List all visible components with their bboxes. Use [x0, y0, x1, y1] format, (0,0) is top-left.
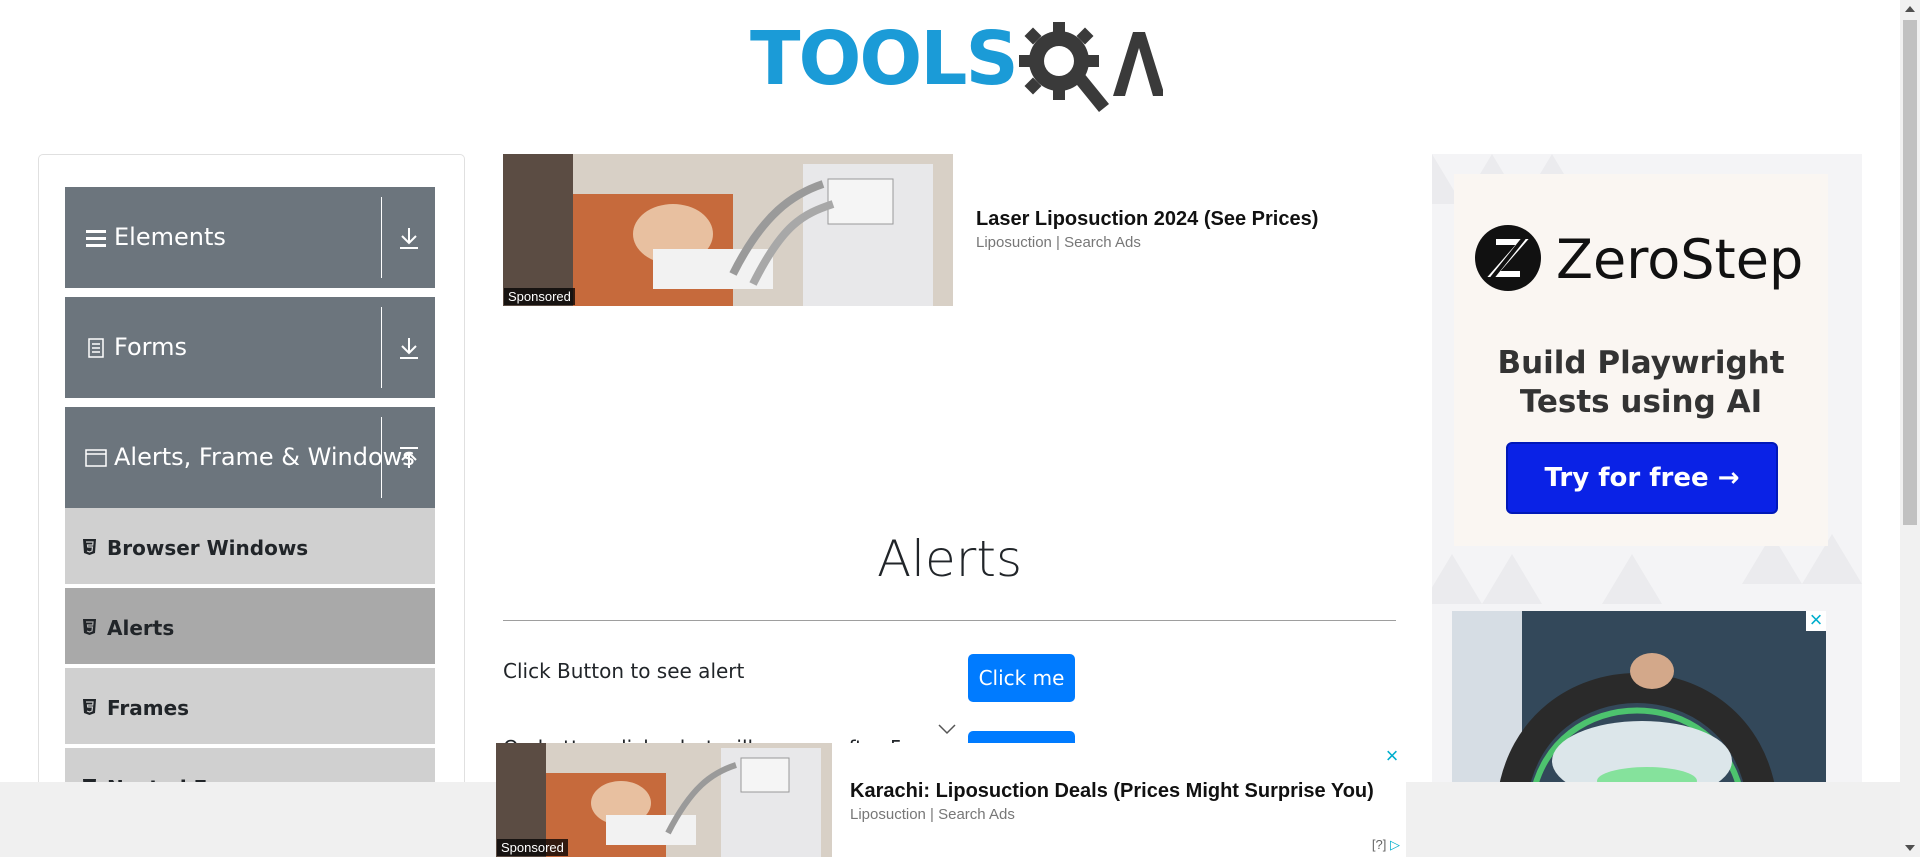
sidebar-group-forms[interactable]: Forms	[65, 297, 435, 398]
toolsqa-logo[interactable]: TOOLS	[750, 16, 1163, 114]
upload-arrow-icon	[400, 447, 418, 468]
sidebar-group-label: Elements	[114, 223, 226, 251]
scroll-up-icon[interactable]	[1905, 6, 1915, 12]
ad-image: Sponsored	[503, 154, 953, 306]
adchoices-icon[interactable]: [?] ▷	[1372, 837, 1400, 853]
zerostep-headline: Build Playwright Tests using AI	[1454, 344, 1828, 422]
sidebar-item-browser-windows[interactable]: Browser Windows	[65, 508, 435, 586]
hamburger-icon	[86, 230, 106, 247]
ad-title[interactable]: Karachi: Liposuction Deals (Prices Might…	[850, 780, 1374, 803]
scrollbar-thumb[interactable]	[1903, 20, 1917, 525]
close-icon[interactable]: ×	[1382, 745, 1402, 767]
divider	[381, 197, 382, 278]
sidebar-item-label: Browser Windows	[107, 536, 309, 560]
zerostep-card: ZeroStep Build Playwright Tests using AI…	[1454, 174, 1828, 546]
image-ad-right[interactable]: ×	[1452, 611, 1826, 799]
chevron-down-icon[interactable]	[936, 722, 958, 736]
sponsored-ad-top[interactable]: Sponsored Laser Liposuction 2024 (See Pr…	[503, 154, 1353, 306]
scroll-down-icon[interactable]	[1905, 845, 1915, 851]
zerostep-logo-icon	[1475, 225, 1541, 291]
page: TOOLS Elements Forms Alerts, Frame & Win…	[0, 0, 1920, 857]
divider	[381, 417, 382, 498]
logo-text: TOOLS	[750, 16, 1019, 102]
sponsored-ad-bottom[interactable]: Sponsored Karachi: Liposuction Deals (Pr…	[496, 743, 1406, 857]
page-title: Alerts	[876, 530, 1023, 588]
alert-row-label: Click Button to see alert	[503, 659, 745, 683]
html5-icon	[83, 699, 96, 715]
headline-line-1: Build Playwright	[1497, 345, 1785, 381]
try-for-free-button[interactable]: Try for free →	[1506, 442, 1778, 514]
html5-icon	[83, 539, 96, 555]
page-scrollbar[interactable]	[1900, 0, 1920, 857]
window-icon	[85, 449, 107, 467]
headline-line-2: Tests using AI	[1519, 384, 1763, 420]
ad-subtitle: Liposuction | Search Ads	[850, 806, 1015, 823]
document-icon	[88, 338, 104, 358]
play-triangle-icon: ▷	[1390, 837, 1400, 852]
sidebar: Elements Forms Alerts, Frame & Windows B…	[38, 154, 465, 826]
ad-subtitle: Liposuction | Search Ads	[976, 234, 1141, 251]
sidebar-group-label: Forms	[114, 333, 187, 361]
sidebar-group-alerts-frame-windows[interactable]: Alerts, Frame & Windows	[65, 407, 435, 508]
download-arrow-icon	[400, 228, 418, 249]
zerostep-brand: ZeroStep	[1556, 228, 1804, 291]
ad-image: Sponsored	[496, 743, 832, 857]
close-icon[interactable]: ×	[1806, 611, 1826, 631]
sidebar-item-alerts[interactable]: Alerts	[65, 588, 435, 666]
ad-photo-illustration	[1452, 611, 1826, 799]
sidebar-item-frames[interactable]: Frames	[65, 668, 435, 746]
gear-qa-logo-icon	[1019, 22, 1163, 112]
sidebar-group-label: Alerts, Frame & Windows	[114, 443, 415, 471]
divider	[381, 307, 382, 388]
html5-icon	[83, 619, 96, 635]
download-arrow-icon	[400, 338, 418, 359]
ad-photo-illustration	[503, 154, 953, 306]
sponsored-label: Sponsored	[504, 288, 575, 305]
sidebar-group-elements[interactable]: Elements	[65, 187, 435, 288]
alert-button[interactable]: Click me	[968, 654, 1075, 702]
adchoices-label: [?]	[1371, 837, 1387, 852]
divider	[503, 620, 1396, 621]
ad-title[interactable]: Laser Liposuction 2024 (See Prices)	[976, 208, 1318, 231]
sponsored-label: Sponsored	[497, 839, 568, 856]
sidebar-item-label: Frames	[107, 696, 190, 720]
sidebar-item-label: Alerts	[107, 616, 175, 640]
